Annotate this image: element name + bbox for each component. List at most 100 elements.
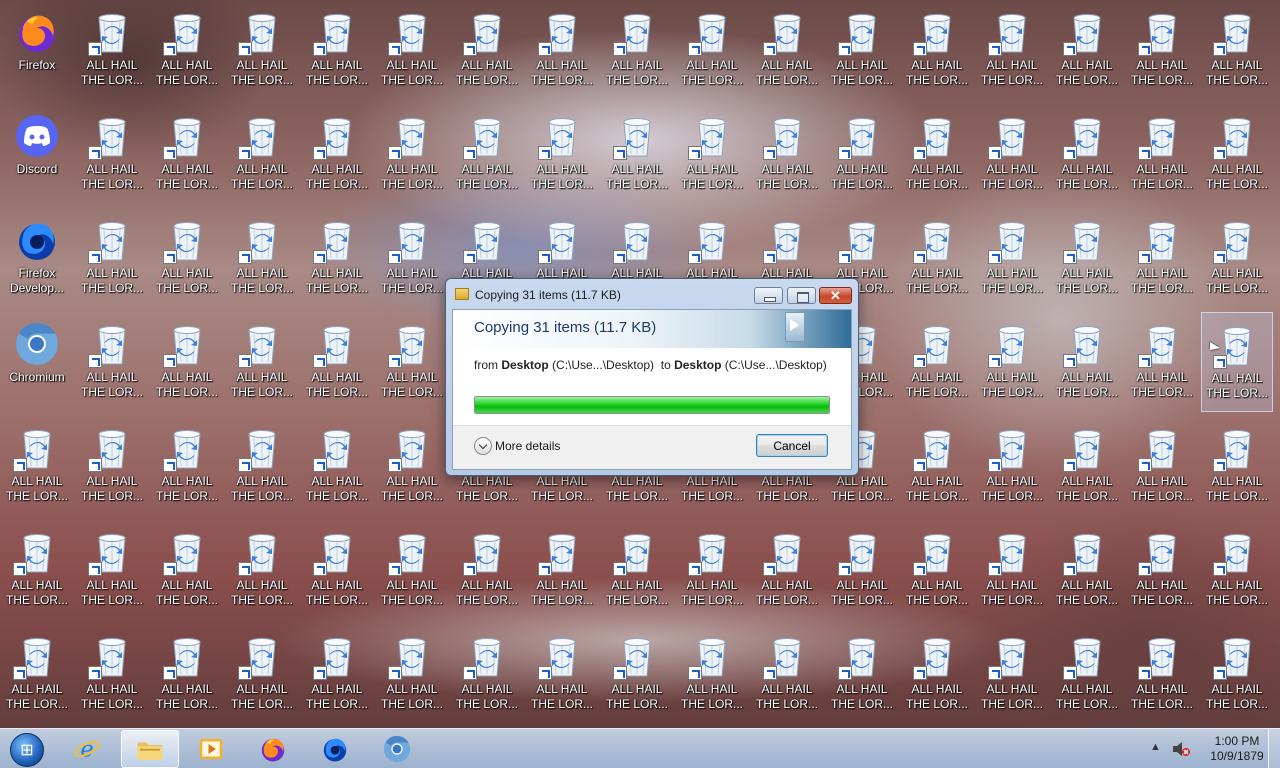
desktop-icon-recycle-bin[interactable]: ALL HAIL THE LOR... xyxy=(676,624,748,724)
desktop-icon-recycle-bin[interactable]: ALL HAIL THE LOR... xyxy=(1,624,73,724)
maximize-button[interactable] xyxy=(787,287,816,304)
desktop-icon-recycle-bin[interactable]: ALL HAIL THE LOR... xyxy=(76,312,148,412)
from-name[interactable]: Desktop xyxy=(501,358,548,372)
desktop-icon-recycle-bin[interactable]: ALL HAIL THE LOR... xyxy=(76,0,148,100)
desktop-icon-recycle-bin[interactable]: ALL HAIL THE LOR... xyxy=(526,624,598,724)
desktop-icon-recycle-bin[interactable]: ALL HAIL THE LOR... xyxy=(526,0,598,100)
desktop-icon-recycle-bin[interactable]: ALL HAIL THE LOR... xyxy=(376,0,448,100)
desktop-icon-recycle-bin[interactable]: ALL HAIL THE LOR... xyxy=(901,312,973,412)
desktop-icon-recycle-bin[interactable]: ALL HAIL THE LOR... xyxy=(976,208,1048,308)
desktop-icon-recycle-bin[interactable]: ALL HAIL THE LOR... xyxy=(76,624,148,724)
show-desktop-button[interactable] xyxy=(1268,729,1280,768)
desktop-icon-recycle-bin[interactable]: ALL HAIL THE LOR... xyxy=(151,104,223,204)
taskbar-file-explorer[interactable] xyxy=(121,730,179,768)
desktop-icon-recycle-bin[interactable]: ALL HAIL THE LOR... xyxy=(376,312,448,412)
desktop-icon-recycle-bin[interactable]: ALL HAIL THE LOR... xyxy=(826,624,898,724)
taskbar-firefox-developer[interactable] xyxy=(307,730,365,768)
desktop-icon-recycle-bin[interactable]: ALL HAIL THE LOR... xyxy=(376,104,448,204)
volume-muted-icon[interactable] xyxy=(1172,741,1190,757)
desktop-icon-recycle-bin[interactable]: ALL HAIL THE LOR... xyxy=(451,624,523,724)
desktop-icon-recycle-bin[interactable]: ALL HAIL THE LOR... xyxy=(976,312,1048,412)
desktop-icon-recycle-bin[interactable]: ALL HAIL THE LOR... xyxy=(1,520,73,620)
taskbar-chromium[interactable] xyxy=(369,730,427,768)
desktop-icon-recycle-bin[interactable]: ALL HAIL THE LOR... xyxy=(301,416,373,516)
desktop-icon-recycle-bin[interactable]: ALL HAIL THE LOR... xyxy=(376,520,448,620)
desktop-icon-recycle-bin[interactable]: ALL HAIL THE LOR... xyxy=(526,520,598,620)
desktop-icon-recycle-bin[interactable]: ALL HAIL THE LOR... xyxy=(76,208,148,308)
desktop-icon-recycle-bin[interactable]: ALL HAIL THE LOR... xyxy=(151,520,223,620)
desktop-icon-recycle-bin[interactable]: ALL HAIL THE LOR... xyxy=(901,624,973,724)
taskbar-firefox[interactable] xyxy=(245,730,303,768)
desktop-icon-recycle-bin[interactable]: ALL HAIL THE LOR... xyxy=(451,0,523,100)
desktop-icon-recycle-bin[interactable]: ALL HAIL THE LOR... xyxy=(976,520,1048,620)
desktop-icon-recycle-bin[interactable]: ALL HAIL THE LOR... xyxy=(301,312,373,412)
desktop-icon-recycle-bin[interactable]: ALL HAIL THE LOR... xyxy=(1051,520,1123,620)
dialog-titlebar[interactable]: Copying 31 items (11.7 KB) ✕ xyxy=(446,279,858,309)
desktop-icon-recycle-bin[interactable]: ALL HAIL THE LOR... xyxy=(226,208,298,308)
desktop-icon-recycle-bin[interactable]: ALL HAIL THE LOR... xyxy=(1126,208,1198,308)
desktop-icon-recycle-bin[interactable]: ALL HAIL THE LOR... xyxy=(1126,624,1198,724)
desktop-icon-recycle-bin[interactable]: ALL HAIL THE LOR... xyxy=(1051,624,1123,724)
desktop-icon-recycle-bin[interactable]: ALL HAIL THE LOR... xyxy=(151,312,223,412)
minimize-button[interactable] xyxy=(754,287,783,304)
desktop-icon-recycle-bin[interactable]: ALL HAIL THE LOR... xyxy=(301,208,373,308)
show-hidden-icons-icon[interactable]: ▲ xyxy=(1150,741,1161,753)
desktop-icon-recycle-bin[interactable]: ALL HAIL THE LOR... xyxy=(226,104,298,204)
taskbar-internet-explorer[interactable]: e xyxy=(59,730,117,768)
desktop-icon-recycle-bin[interactable]: ALL HAIL THE LOR... xyxy=(151,624,223,724)
desktop-icon-recycle-bin[interactable]: ALL HAIL THE LOR... xyxy=(376,208,448,308)
desktop-icon-recycle-bin[interactable]: ALL HAIL THE LOR... xyxy=(526,104,598,204)
desktop-icon-recycle-bin[interactable]: ALL HAIL THE LOR... xyxy=(301,104,373,204)
desktop-icon-recycle-bin[interactable]: ALL HAIL THE LOR... xyxy=(901,416,973,516)
desktop-icon-recycle-bin[interactable]: ALL HAIL THE LOR... xyxy=(1051,312,1123,412)
start-button[interactable]: ⊞ xyxy=(4,730,48,768)
desktop-icon-recycle-bin[interactable]: ALL HAIL THE LOR... xyxy=(901,208,973,308)
desktop-icon-recycle-bin[interactable]: ALL HAIL THE LOR... xyxy=(1051,0,1123,100)
desktop-icon-recycle-bin[interactable]: ALL HAIL THE LOR... xyxy=(451,520,523,620)
desktop-icon-recycle-bin[interactable]: ALL HAIL THE LOR... xyxy=(76,520,148,620)
desktop-icon-recycle-bin[interactable]: ALL HAIL THE LOR... xyxy=(901,0,973,100)
desktop-icon-recycle-bin[interactable]: ALL HAIL THE LOR... xyxy=(1051,104,1123,204)
desktop-icon-chromium[interactable]: Chromium xyxy=(1,312,73,412)
desktop-icon-recycle-bin[interactable]: ALL HAIL THE LOR... xyxy=(151,208,223,308)
desktop-icon-recycle-bin[interactable]: ALL HAIL THE LOR... xyxy=(376,416,448,516)
more-details-toggle[interactable]: More details xyxy=(474,437,560,455)
desktop-icon-recycle-bin[interactable]: ALL HAIL THE LOR... xyxy=(676,520,748,620)
desktop-icon-recycle-bin[interactable]: ALL HAIL THE LOR... xyxy=(901,104,973,204)
desktop-icon-recycle-bin[interactable]: ALL HAIL THE LOR... xyxy=(1201,208,1273,308)
desktop-icon-recycle-bin[interactable]: ALL HAIL THE LOR... xyxy=(1201,624,1273,724)
desktop-icon-recycle-bin[interactable]: ALL HAIL THE LOR... xyxy=(826,0,898,100)
desktop-icon-recycle-bin[interactable]: ALL HAIL THE LOR... xyxy=(376,624,448,724)
desktop-icon-recycle-bin[interactable]: ALL HAIL THE LOR... xyxy=(76,104,148,204)
desktop-icon-recycle-bin[interactable]: ALL HAIL THE LOR... xyxy=(976,104,1048,204)
desktop-icon-recycle-bin[interactable]: ALL HAIL THE LOR... xyxy=(751,520,823,620)
clock[interactable]: 1:00 PM 10/9/1879 xyxy=(1202,734,1272,764)
desktop-icon-recycle-bin[interactable]: ALL HAIL THE LOR... xyxy=(901,520,973,620)
desktop-icon-recycle-bin[interactable]: ALL HAIL THE LOR... xyxy=(226,520,298,620)
desktop-icon-recycle-bin[interactable]: ALL HAIL THE LOR... xyxy=(601,520,673,620)
taskbar-media-player[interactable] xyxy=(183,730,241,768)
desktop-icon-firefox[interactable]: Firefox xyxy=(1,0,73,100)
desktop-icon-recycle-bin[interactable]: ALL HAIL THE LOR... xyxy=(826,520,898,620)
desktop-icon-discord[interactable]: Discord xyxy=(1,104,73,204)
close-button[interactable]: ✕ xyxy=(819,287,852,304)
desktop-icon-recycle-bin[interactable]: ALL HAIL THE LOR... xyxy=(226,624,298,724)
desktop-icon-recycle-bin[interactable]: ALL HAIL THE LOR... xyxy=(601,104,673,204)
desktop-icon-recycle-bin[interactable]: ALL HAIL THE LOR... xyxy=(226,312,298,412)
desktop-icon-recycle-bin[interactable]: ALL HAIL THE LOR... xyxy=(676,0,748,100)
cancel-button[interactable]: Cancel xyxy=(756,434,828,457)
desktop-icon-recycle-bin[interactable]: ALL HAIL THE LOR... xyxy=(1201,520,1273,620)
desktop-icon-recycle-bin[interactable]: ALL HAIL THE LOR... xyxy=(976,624,1048,724)
desktop-icon-recycle-bin[interactable]: ALL HAIL THE LOR... xyxy=(976,416,1048,516)
desktop-icon-recycle-bin[interactable]: ALL HAIL THE LOR... xyxy=(976,0,1048,100)
desktop-icon-recycle-bin[interactable]: ALL HAIL THE LOR... xyxy=(1201,312,1273,412)
desktop-icon-recycle-bin[interactable]: ALL HAIL THE LOR... xyxy=(1126,104,1198,204)
desktop-icon-recycle-bin[interactable]: ALL HAIL THE LOR... xyxy=(1051,416,1123,516)
desktop-icon-recycle-bin[interactable]: ALL HAIL THE LOR... xyxy=(151,0,223,100)
desktop-icon-firefox-developer[interactable]: Firefox Develop... xyxy=(1,208,73,308)
to-name[interactable]: Desktop xyxy=(674,358,721,372)
desktop-icon-recycle-bin[interactable]: ALL HAIL THE LOR... xyxy=(1201,0,1273,100)
desktop-icon-recycle-bin[interactable]: ALL HAIL THE LOR... xyxy=(751,104,823,204)
desktop-icon-recycle-bin[interactable]: ALL HAIL THE LOR... xyxy=(76,416,148,516)
desktop-icon-recycle-bin[interactable]: ALL HAIL THE LOR... xyxy=(226,416,298,516)
